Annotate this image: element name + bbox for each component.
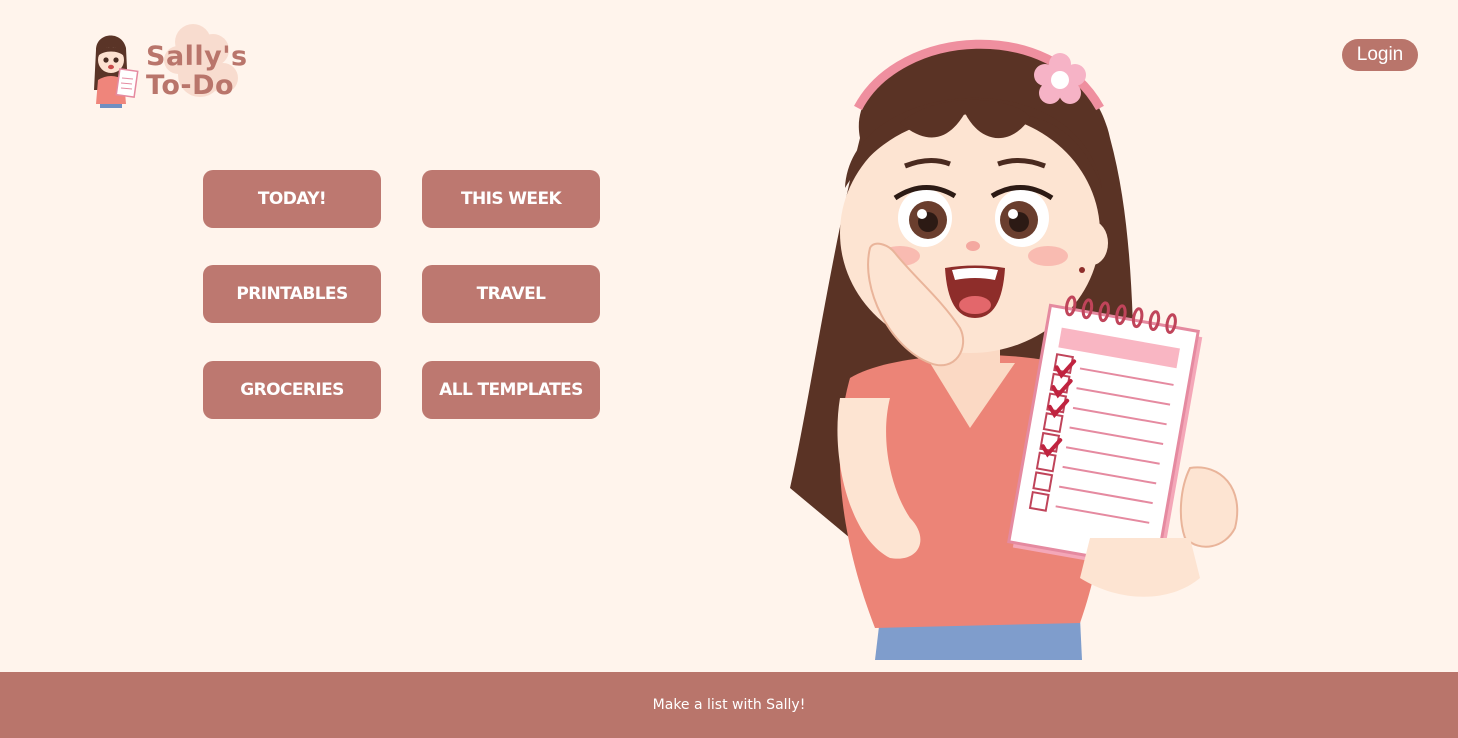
all-templates-button[interactable]: ALL TEMPLATES [422, 361, 600, 419]
today-button[interactable]: TODAY! [203, 170, 381, 228]
travel-button[interactable]: TRAVEL [422, 265, 600, 323]
footer: Make a list with Sally! [0, 672, 1458, 738]
brand-name-line1: Sally's [146, 41, 248, 72]
brand-name-line2: To-Do [146, 70, 235, 101]
login-button[interactable]: Login [1342, 39, 1418, 71]
printables-button[interactable]: PRINTABLES [203, 265, 381, 323]
this-week-button[interactable]: THIS WEEK [422, 170, 600, 228]
sally-with-checklist-illustration [790, 39, 1239, 660]
footer-tagline: Make a list with Sally! [652, 697, 806, 713]
brand-logo[interactable]: Sally's To-Do [88, 20, 248, 112]
groceries-button[interactable]: GROCERIES [203, 361, 381, 419]
